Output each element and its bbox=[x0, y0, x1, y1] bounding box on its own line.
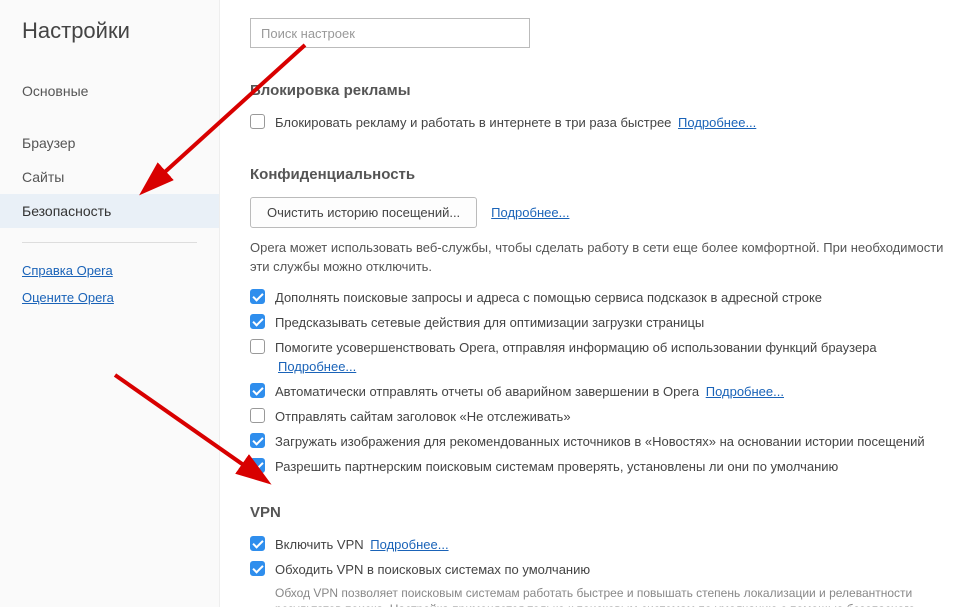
privacy-description: Opera может использовать веб-службы, что… bbox=[250, 238, 956, 276]
sidebar-item-browser[interactable]: Браузер bbox=[0, 126, 219, 160]
section-heading-adblock: Блокировка рекламы bbox=[250, 82, 956, 99]
sidebar-item-basic[interactable]: Основные bbox=[0, 74, 219, 108]
sidebar-link-rate[interactable]: Оцените Opera bbox=[0, 284, 219, 311]
label-privacy-1: Предсказывать сетевые действия для оптим… bbox=[275, 313, 704, 332]
checkbox-privacy-3[interactable] bbox=[250, 383, 265, 398]
sidebar: Настройки Основные Браузер Сайты Безопас… bbox=[0, 0, 220, 607]
checkbox-privacy-5[interactable] bbox=[250, 433, 265, 448]
section-heading-vpn: VPN bbox=[250, 504, 956, 521]
checkbox-enable-vpn[interactable] bbox=[250, 536, 265, 551]
label-privacy-6: Разрешить партнерским поисковым системам… bbox=[275, 457, 838, 476]
label-privacy-4: Отправлять сайтам заголовок «Не отслежив… bbox=[275, 407, 571, 426]
link-privacy-more[interactable]: Подробнее... bbox=[491, 205, 569, 220]
checkbox-privacy-1[interactable] bbox=[250, 314, 265, 329]
sidebar-divider bbox=[22, 242, 197, 243]
link-privacy-opt3-more[interactable]: Подробнее... bbox=[706, 384, 784, 399]
label-block-ads: Блокировать рекламу и работать в интерне… bbox=[275, 113, 756, 132]
page-title: Настройки bbox=[0, 18, 219, 74]
label-privacy-5: Загружать изображения для рекомендованны… bbox=[275, 432, 925, 451]
label-enable-vpn: Включить VPN Подробнее... bbox=[275, 535, 449, 554]
label-privacy-2: Помогите усовершенствовать Opera, отправ… bbox=[275, 338, 956, 376]
checkbox-privacy-0[interactable] bbox=[250, 289, 265, 304]
section-heading-privacy: Конфиденциальность bbox=[250, 166, 956, 183]
sidebar-item-sites[interactable]: Сайты bbox=[0, 160, 219, 194]
section-privacy: Конфиденциальность Очистить историю посе… bbox=[250, 166, 956, 476]
label-privacy-3: Автоматически отправлять отчеты об авари… bbox=[275, 382, 784, 401]
sidebar-item-security[interactable]: Безопасность bbox=[0, 194, 219, 228]
vpn-bypass-description: Обход VPN позволяет поисковым системам р… bbox=[275, 585, 956, 607]
checkbox-vpn-bypass[interactable] bbox=[250, 561, 265, 576]
section-adblock: Блокировка рекламы Блокировать рекламу и… bbox=[250, 82, 956, 132]
sidebar-link-help[interactable]: Справка Opera bbox=[0, 257, 219, 284]
link-adblock-more[interactable]: Подробнее... bbox=[678, 115, 756, 130]
checkbox-block-ads[interactable] bbox=[250, 114, 265, 129]
search-input[interactable] bbox=[250, 18, 530, 48]
main-content: Блокировка рекламы Блокировать рекламу и… bbox=[220, 0, 978, 607]
label-privacy-0: Дополнять поисковые запросы и адреса с п… bbox=[275, 288, 822, 307]
clear-history-button[interactable]: Очистить историю посещений... bbox=[250, 197, 477, 228]
checkbox-privacy-6[interactable] bbox=[250, 458, 265, 473]
section-vpn: VPN Включить VPN Подробнее... Обходить V… bbox=[250, 504, 956, 607]
link-vpn-more[interactable]: Подробнее... bbox=[370, 537, 448, 552]
label-vpn-bypass: Обходить VPN в поисковых системах по умо… bbox=[275, 560, 590, 579]
checkbox-privacy-4[interactable] bbox=[250, 408, 265, 423]
link-privacy-opt2-more[interactable]: Подробнее... bbox=[278, 359, 356, 374]
checkbox-privacy-2[interactable] bbox=[250, 339, 265, 354]
